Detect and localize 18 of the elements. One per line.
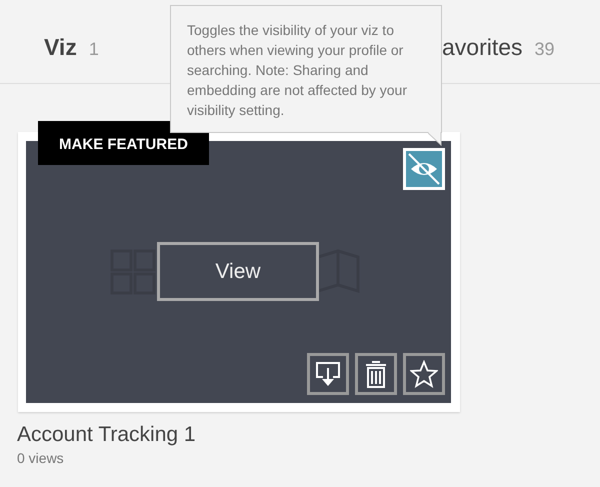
view-button[interactable]: View (157, 242, 319, 301)
grid-icon (110, 249, 156, 295)
trash-icon (364, 359, 388, 389)
visibility-toggle[interactable] (403, 148, 445, 190)
tooltip: Toggles the visibility of your viz to others when viewing your profile or searching. Note: Sharing and embedding are not affected by your visibility setting. (170, 5, 442, 133)
view-count: 0 views (17, 449, 64, 468)
favorite-button[interactable] (403, 353, 445, 395)
make-featured-button[interactable]: MAKE FEATURED (38, 121, 209, 165)
download-button[interactable] (307, 353, 349, 395)
tab[interactable]: avorites (442, 30, 523, 64)
tab[interactable]: Viz (44, 30, 77, 64)
hidden-eye-icon (406, 151, 442, 187)
delete-button[interactable] (355, 353, 397, 395)
viz-title[interactable]: Account Tracking 1 (17, 419, 196, 450)
tab-count: 1 (88, 38, 99, 61)
star-icon (410, 360, 438, 388)
tab-count: 39 (534, 38, 555, 61)
download-icon (314, 360, 342, 388)
